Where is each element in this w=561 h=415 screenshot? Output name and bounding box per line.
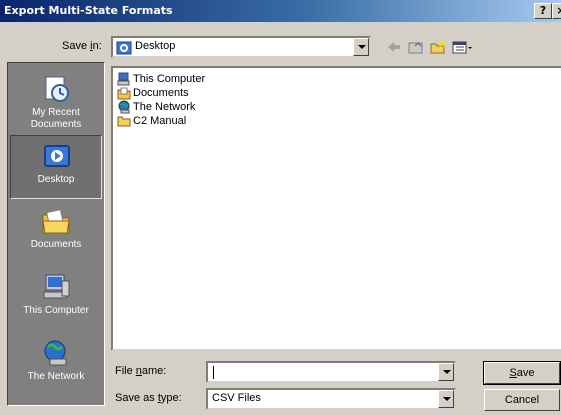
text-cursor (213, 366, 214, 379)
file-name: Documents (133, 87, 189, 99)
recent-documents-icon (40, 73, 72, 105)
folder-icon (117, 114, 131, 128)
place-label: Desktop (37, 174, 75, 185)
cancel-button[interactable]: Cancel (484, 389, 560, 411)
place-label: This Computer (23, 305, 89, 316)
file-list[interactable]: This Computer Documents The Network C2 M… (111, 66, 561, 351)
window-title: Export Multi-State Formats (4, 4, 173, 17)
save-as-type-label: Save as type: (115, 392, 182, 404)
place-the-network[interactable]: The Network (10, 333, 102, 397)
back-arrow-icon[interactable] (385, 38, 403, 56)
close-button[interactable]: × (552, 3, 561, 19)
computer-icon (117, 72, 131, 86)
new-folder-icon[interactable] (429, 38, 447, 56)
place-label: The Network (27, 371, 85, 382)
chevron-down-icon[interactable] (438, 363, 454, 381)
up-folder-icon[interactable] (407, 38, 425, 56)
computer-icon (40, 271, 72, 303)
file-name-label: File name: (115, 365, 167, 377)
place-label: My Recent Documents (30, 107, 82, 130)
file-name-field[interactable] (206, 361, 456, 383)
save-in-label: Save in: (62, 40, 102, 52)
place-desktop[interactable]: Desktop (10, 135, 102, 199)
place-documents[interactable]: Documents (10, 201, 102, 265)
save-button[interactable]: Save (483, 361, 561, 385)
place-my-recent-documents[interactable]: My Recent Documents (10, 69, 102, 133)
documents-folder-icon (117, 86, 131, 100)
help-button[interactable]: ? (534, 3, 552, 19)
documents-icon (40, 205, 72, 237)
view-menu-icon[interactable] (451, 38, 475, 56)
place-label: Documents (30, 239, 82, 250)
network-icon (40, 337, 72, 369)
save-as-type-dropdown[interactable]: CSV Files (206, 388, 456, 410)
save-as-type-value: CSV Files (212, 392, 261, 404)
file-name: This Computer (133, 73, 206, 85)
desktop-icon (41, 140, 73, 172)
save-in-dropdown[interactable]: Desktop (111, 36, 371, 58)
file-name: The Network (133, 101, 196, 113)
network-icon (117, 100, 131, 114)
chevron-down-icon[interactable] (353, 38, 369, 56)
file-name: C2 Manual (133, 115, 187, 127)
desktop-icon (116, 40, 132, 56)
chevron-down-icon[interactable] (438, 390, 454, 408)
title-bar[interactable]: Export Multi-State Formats ? × (0, 0, 561, 22)
place-this-computer[interactable]: This Computer (10, 267, 102, 331)
save-in-value: Desktop (135, 40, 176, 52)
places-bar: My Recent Documents Desktop Documents Th… (7, 62, 105, 406)
